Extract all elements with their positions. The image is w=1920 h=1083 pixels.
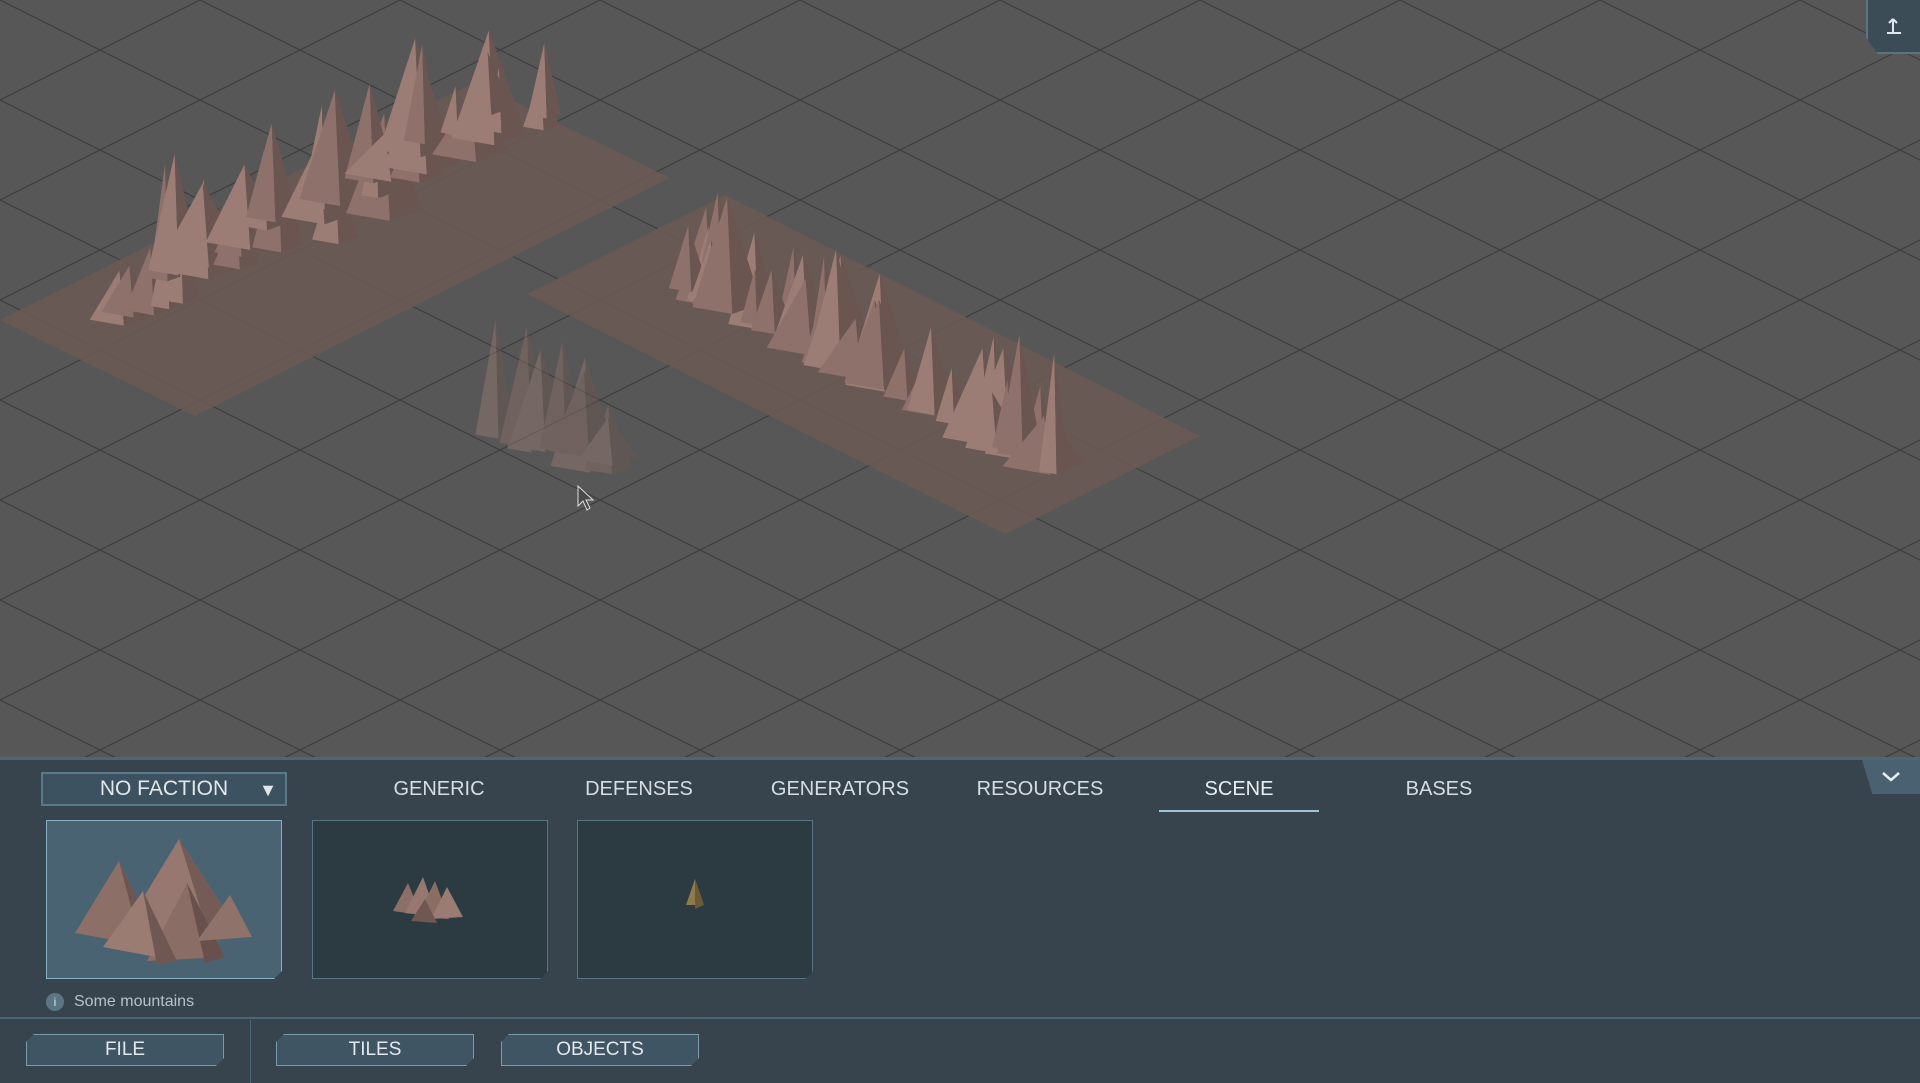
object-card-mountains-large[interactable] — [46, 820, 282, 979]
tab-defenses[interactable]: DEFENSES — [559, 772, 719, 812]
tab-generic[interactable]: GENERIC — [359, 772, 519, 812]
editor-panel: NO FACTION ▼ GENERIC DEFENSES GENERATORS… — [0, 757, 1920, 1083]
info-icon: i — [46, 993, 64, 1011]
tab-scene[interactable]: SCENE — [1159, 772, 1319, 812]
panel-divider — [0, 1017, 1920, 1019]
tiles-button[interactable]: TILES — [276, 1034, 474, 1066]
object-card-single-peak[interactable] — [577, 820, 813, 979]
objects-button[interactable]: OBJECTS — [501, 1034, 699, 1066]
single-peak-icon — [578, 821, 814, 980]
corner-toggle-button[interactable] — [1866, 0, 1920, 54]
dropdown-arrow-icon: ▼ — [259, 780, 277, 800]
object-card-mountains-small[interactable] — [312, 820, 548, 979]
faction-dropdown-value: NO FACTION — [99, 777, 229, 800]
isometric-grid[interactable] — [0, 0, 1920, 757]
map-viewport[interactable] — [0, 0, 1920, 757]
tab-generators[interactable]: GENERATORS — [760, 772, 920, 812]
small-mountains-icon — [313, 821, 549, 980]
tab-bases[interactable]: BASES — [1359, 772, 1519, 812]
chevron-down-icon — [1882, 772, 1900, 782]
object-info: i Some mountains — [46, 993, 194, 1011]
faction-dropdown[interactable]: NO FACTION ▼ — [41, 772, 287, 806]
tab-resources[interactable]: RESOURCES — [960, 772, 1120, 812]
nav-separator — [250, 1020, 251, 1083]
object-description: Some mountains — [74, 993, 195, 1010]
mountain-range-icon — [47, 821, 283, 980]
collapse-panel-button[interactable] — [1862, 760, 1920, 794]
corner-arrow-icon — [1887, 18, 1901, 34]
file-button[interactable]: FILE — [26, 1034, 224, 1066]
